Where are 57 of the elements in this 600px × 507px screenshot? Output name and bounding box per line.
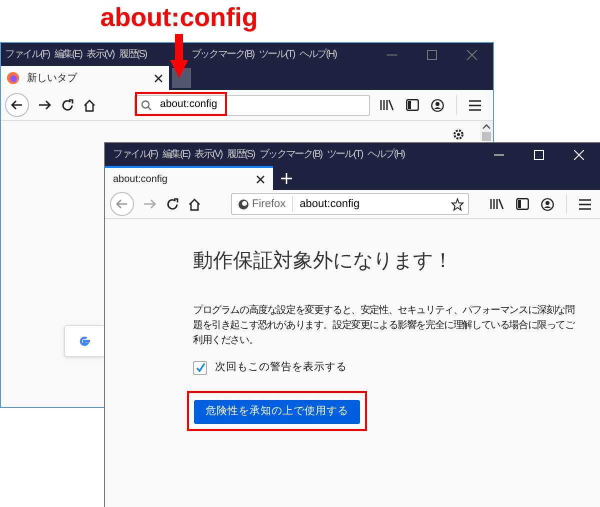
close-icon[interactable] [154, 74, 163, 82]
library-icon[interactable] [490, 198, 504, 210]
menu-item[interactable]: ファイル(F) [113, 147, 158, 162]
address-text: about:config [300, 196, 360, 212]
home-icon[interactable] [188, 198, 201, 210]
confirm-button[interactable]: 危険性を承知の上で使用する [194, 400, 360, 424]
scrollbar[interactable] [480, 121, 493, 141]
checkbox[interactable] [193, 360, 207, 375]
menu-item[interactable]: 履歴(S) [119, 47, 146, 62]
account-icon[interactable] [431, 98, 444, 112]
arrow-icon [170, 34, 188, 78]
menu-icon[interactable] [469, 100, 481, 110]
tab-title: about:config [113, 172, 168, 186]
browser-logo-icon [7, 72, 19, 84]
menu-item[interactable]: ブックマーク(B) [259, 147, 322, 162]
menu-item[interactable]: 表示(V) [194, 147, 222, 162]
back-icon[interactable] [5, 93, 29, 117]
home-icon[interactable] [83, 98, 96, 112]
forward-icon[interactable] [38, 98, 52, 112]
reload-icon[interactable] [61, 98, 74, 112]
star-icon[interactable] [451, 198, 464, 210]
menu-item[interactable]: ブックマーク(B) [191, 47, 254, 62]
google-logo-icon [77, 334, 91, 348]
warning-text: プログラムの高度な設定を変更すると、安定性、セキュリティ、パフォーマンスに深刻な問題を引き起こす恐れがあります。設定変更による影響を完全に理解している場合に限ってご利用ください。 [193, 304, 576, 348]
menu-item[interactable]: 編集(E) [162, 147, 190, 162]
plus-icon[interactable] [281, 173, 292, 184]
checkbox-label: 次回もこの警告を表示する [215, 360, 347, 375]
scroll-up-icon[interactable] [482, 123, 491, 130]
browser-tab[interactable]: about:config [105, 166, 273, 190]
search-icon [141, 100, 152, 110]
browser-tab[interactable]: 新しいタブ [1, 66, 169, 90]
menu-item[interactable]: ファイル(F) [5, 47, 50, 62]
annotation-label: about:config [100, 4, 258, 30]
address-bar[interactable]: Firefox about:config [231, 193, 469, 215]
menu-icon[interactable] [579, 198, 591, 210]
sidebar-icon[interactable] [406, 99, 419, 111]
menu-item[interactable]: ヘルプ(H) [300, 47, 336, 62]
menu-item[interactable]: 表示(V) [86, 47, 114, 62]
browser-logo-icon [238, 198, 249, 210]
reload-icon[interactable] [166, 198, 179, 210]
menu-item[interactable]: 編集(E) [54, 47, 82, 62]
account-icon[interactable] [541, 198, 554, 210]
tab-title: 新しいタブ [27, 72, 77, 86]
identity-label: Firefox [252, 196, 293, 212]
menu-item[interactable]: 履歴(S) [227, 147, 254, 162]
page-heading: 動作保証対象外になります！ [193, 247, 453, 274]
close-icon[interactable] [256, 174, 265, 184]
address-bar[interactable]: about:config [134, 94, 370, 116]
gear-icon[interactable] [452, 128, 465, 141]
menu-item[interactable]: ヘルプ(H) [368, 147, 404, 162]
sidebar-icon[interactable] [516, 198, 529, 210]
address-text: about:config [159, 97, 218, 112]
menu-item[interactable]: ツール(T) [258, 47, 295, 62]
library-icon[interactable] [380, 99, 394, 111]
scroll-thumb[interactable] [482, 132, 491, 141]
search-field[interactable] [64, 325, 104, 357]
menu-item[interactable]: ツール(T) [326, 147, 363, 162]
